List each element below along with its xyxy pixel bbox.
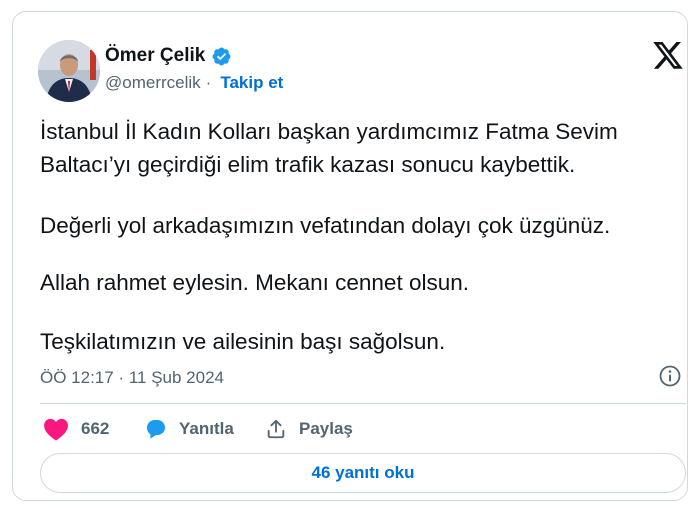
divider	[40, 403, 686, 404]
tweet-paragraph: Teşkilatımızın ve ailesinin başı sağolsu…	[40, 329, 446, 354]
info-icon[interactable]	[658, 364, 682, 388]
reply-button[interactable]: Yanıtla	[143, 415, 234, 443]
reply-label: Yanıtla	[179, 419, 234, 438]
like-count: 662	[81, 419, 110, 438]
share-label: Paylaş	[299, 419, 353, 438]
avatar-image	[38, 40, 100, 102]
tweet-paragraph: Allah rahmet eylesin. Mekanı cennet olsu…	[40, 270, 469, 295]
like-button[interactable]: 662	[43, 415, 109, 443]
follow-link[interactable]: Takip et	[220, 73, 283, 93]
verified-badge-icon	[211, 46, 232, 67]
reply-bubble-icon	[143, 417, 169, 441]
x-logo-icon[interactable]	[653, 42, 684, 70]
author-display-name[interactable]: Ömer Çelik	[105, 45, 205, 67]
tweet-timestamp[interactable]: ÖÖ 12:17 · 11 Şub 2024	[40, 368, 224, 388]
share-upload-icon	[265, 417, 287, 441]
heart-icon	[43, 417, 69, 441]
tweet-card: Ömer Çelik @omerrcelik · Takip et İstanb…	[12, 11, 688, 501]
author-handle-row: @omerrcelik · Takip et	[105, 73, 283, 93]
read-replies-button[interactable]: 46 yanıtı oku	[40, 453, 686, 493]
avatar[interactable]	[38, 40, 100, 102]
tweet-paragraph: İstanbul İl Kadın Kolları başkan yardımc…	[40, 119, 618, 177]
author-name-row: Ömer Çelik	[105, 45, 232, 67]
separator-dot: ·	[205, 73, 212, 92]
author-handle[interactable]: @omerrcelik	[105, 73, 201, 93]
tweet-paragraph: Değerli yol arkadaşımızın vefatından dol…	[40, 213, 611, 238]
share-button[interactable]: Paylaş	[265, 415, 353, 443]
